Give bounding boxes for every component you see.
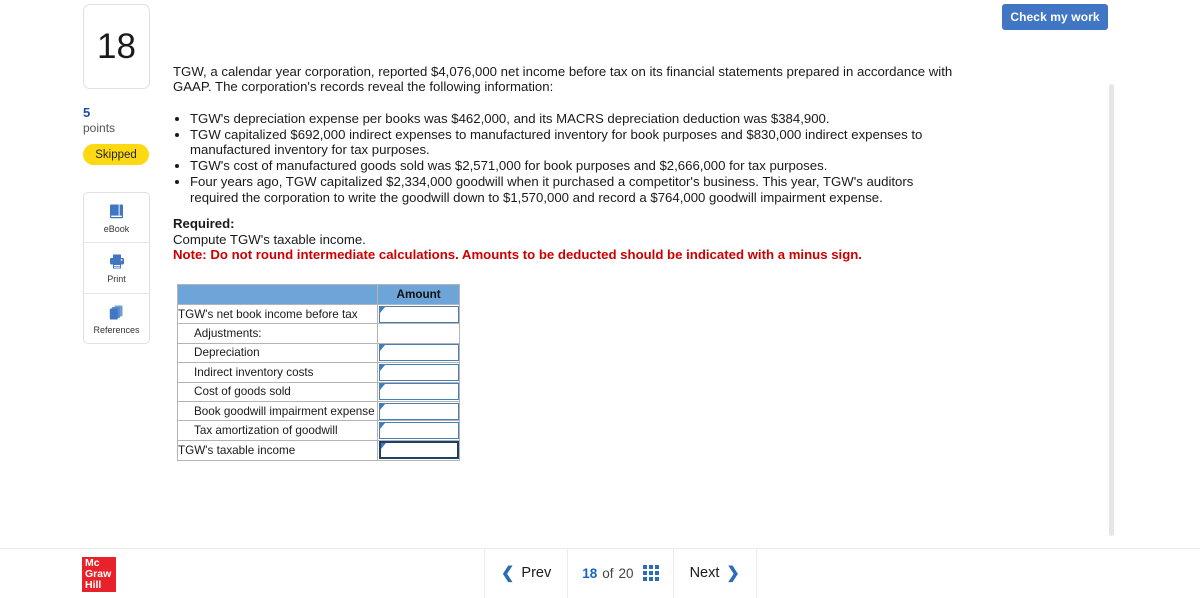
table-header-row: Amount (176, 284, 460, 305)
table-row-total: TGW's taxable income (176, 439, 460, 461)
next-label: Next (689, 565, 720, 581)
question-facts-list: TGW's depreciation expense per books was… (173, 111, 948, 206)
current-page: 18 (582, 565, 598, 581)
row-label: Tax amortization of goodwill (176, 420, 379, 441)
rounding-note: Note: Do not round intermediate calculat… (173, 247, 862, 262)
row-amount-cell (377, 303, 460, 325)
question-intro: TGW, a calendar year corporation, report… (173, 64, 953, 95)
ebook-button[interactable]: eBook (84, 193, 149, 244)
next-button[interactable]: Next ❯ (674, 548, 757, 598)
vertical-scrollbar[interactable] (1109, 84, 1114, 536)
pagination-nav: ❮ Prev 18 of 20 Next ❯ (484, 548, 757, 598)
points-label: points (83, 121, 116, 135)
points-value: 5 (83, 105, 91, 120)
amount-input[interactable] (378, 422, 459, 440)
printer-icon (108, 252, 126, 272)
tools-panel: eBook Print References (83, 192, 150, 344)
row-amount-cell (377, 420, 460, 441)
row-label: TGW's net book income before tax (176, 303, 379, 325)
status-badge[interactable]: Skipped (83, 144, 149, 165)
table-row: Depreciation (176, 342, 460, 364)
row-label: TGW's taxable income (176, 439, 379, 461)
list-item: Four years ago, TGW capitalized $2,334,0… (190, 174, 948, 205)
row-amount-cell (377, 362, 460, 383)
chevron-left-icon: ❮ (501, 565, 515, 582)
print-button[interactable]: Print (84, 243, 149, 294)
amount-input[interactable] (378, 305, 459, 323)
list-item: TGW's cost of manufactured goods sold wa… (190, 158, 948, 173)
required-label: Required: (173, 216, 235, 231)
logo-line-3: Hill (85, 579, 102, 591)
row-amount-cell-empty (377, 323, 460, 344)
references-button[interactable]: References (84, 294, 149, 343)
amount-input[interactable] (378, 402, 459, 420)
total-pages: 20 (618, 565, 634, 581)
amount-input-total[interactable] (378, 441, 459, 460)
row-label: Depreciation (176, 342, 379, 364)
grid-menu-icon[interactable] (642, 565, 659, 581)
check-my-work-button[interactable]: Check my work (1002, 4, 1108, 30)
question-number-box: 18 (83, 4, 150, 89)
print-label: Print (107, 273, 126, 284)
page-root: Check my work 18 5 points Skipped eBook (0, 0, 1200, 598)
amount-input[interactable] (378, 363, 459, 381)
chevron-right-icon: ❯ (726, 565, 740, 582)
table-header-blank (176, 284, 379, 305)
prev-label: Prev (521, 565, 552, 581)
table-row: Adjustments: (176, 323, 460, 344)
table-row: Cost of goods sold (176, 381, 460, 402)
list-item: TGW's depreciation expense per books was… (190, 111, 948, 126)
row-amount-cell (377, 439, 460, 461)
table-row: Indirect inventory costs (176, 362, 460, 383)
references-label: References (93, 324, 140, 335)
row-label: Cost of goods sold (176, 381, 379, 402)
book-icon (108, 202, 125, 222)
row-label: Indirect inventory costs (176, 362, 379, 383)
mcgraw-hill-logo: Mc Graw Hill (82, 557, 116, 592)
row-label: Book goodwill impairment expense (176, 400, 379, 422)
table-header-amount: Amount (377, 284, 460, 305)
row-amount-cell (377, 400, 460, 422)
row-label: Adjustments: (176, 323, 379, 344)
answer-table: Amount TGW's net book income before tax … (176, 284, 460, 461)
prev-button[interactable]: ❮ Prev (484, 548, 569, 598)
table-row: Tax amortization of goodwill (176, 420, 460, 441)
required-text: Compute TGW's taxable income. (173, 232, 366, 247)
of-label: of (602, 565, 614, 581)
table-row: TGW's net book income before tax (176, 303, 460, 325)
row-amount-cell (377, 381, 460, 402)
list-item: TGW capitalized $692,000 indirect expens… (190, 127, 948, 158)
page-counter: 18 of 20 (568, 548, 674, 598)
question-number: 18 (97, 27, 136, 66)
table-row: Book goodwill impairment expense (176, 400, 460, 422)
copy-pages-icon (108, 303, 125, 323)
ebook-label: eBook (103, 223, 130, 234)
amount-input[interactable] (378, 344, 459, 362)
row-amount-cell (377, 342, 460, 364)
amount-input[interactable] (378, 383, 459, 401)
